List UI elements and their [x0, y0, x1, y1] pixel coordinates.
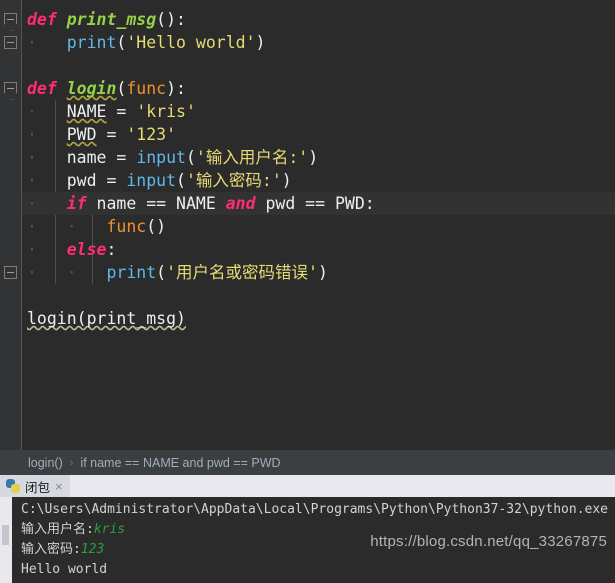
code-line[interactable]: · else: [22, 238, 615, 261]
console-text: C:\Users\Administrator\AppData\Local\Pro… [21, 502, 608, 517]
console-text: 输入密码: [21, 542, 81, 557]
code-token: login [66, 79, 117, 98]
code-token: () [146, 217, 167, 236]
console-line: Hello world [21, 560, 615, 580]
code-token: login(print_msg) [27, 309, 186, 328]
code-token: '用户名或密码错误' [166, 263, 318, 282]
code-token: else [66, 240, 107, 259]
code-line[interactable]: · · print('用户名或密码错误') [22, 261, 615, 284]
breadcrumb-item-function[interactable]: login() [28, 456, 63, 470]
code-line[interactable] [22, 284, 615, 307]
code-token: print_msg [66, 10, 157, 29]
code-token: : [106, 240, 117, 259]
code-line[interactable]: · if name == NAME and pwd == PWD: [22, 192, 615, 215]
code-line[interactable] [22, 54, 615, 77]
code-lines[interactable]: def print_msg(): · print('Hello world') de… [22, 0, 615, 450]
indent-dots: · · [27, 263, 107, 282]
code-token: ( [185, 148, 196, 167]
code-token: and [225, 194, 256, 213]
code-line[interactable]: def print_msg(): [22, 8, 615, 31]
code-line[interactable]: · · func() [22, 215, 615, 238]
run-tab-bar: 闭包 × [0, 475, 615, 497]
code-token: def [27, 79, 57, 98]
code-token: ( [116, 33, 127, 52]
code-token: '123' [126, 125, 177, 144]
code-token: = [96, 171, 127, 190]
code-token: ) [317, 263, 328, 282]
code-token: input [126, 171, 177, 190]
code-token: name [66, 148, 107, 167]
code-token: print [106, 263, 157, 282]
indent-dots: · · [27, 217, 107, 236]
run-tool-window: 闭包 × C:\Users\Administrator\AppData\Loca… [0, 475, 615, 583]
python-icon [6, 479, 20, 493]
code-token: NAME [66, 102, 107, 121]
chevron-right-icon: › [69, 456, 74, 469]
code-token: = [96, 125, 127, 144]
code-line[interactable]: · PWD = '123' [22, 123, 615, 146]
code-token: input [136, 148, 186, 167]
code-line[interactable]: · print('Hello world') [22, 31, 615, 54]
console-user-input: 123 [80, 542, 105, 557]
code-token: ): [166, 79, 186, 98]
close-icon[interactable]: × [55, 479, 63, 494]
code-token: func [106, 217, 147, 236]
fold-expand-icon[interactable] [4, 13, 17, 24]
console-text: Hello world [21, 562, 108, 577]
code-token: ( [156, 263, 167, 282]
code-token: = [106, 102, 137, 121]
code-token: ( [176, 171, 186, 190]
code-editor[interactable]: def print_msg(): · print('Hello world') de… [0, 0, 615, 450]
console-user-input: kris [93, 522, 126, 537]
run-tab-label: 闭包 [25, 480, 51, 495]
run-side-toolbar[interactable] [0, 497, 12, 583]
fold-end-icon[interactable] [4, 36, 17, 49]
indent-dots: · [27, 33, 67, 52]
indent-dots: · [27, 148, 67, 167]
editor-gutter[interactable] [0, 0, 22, 450]
indent-dots: · [27, 102, 67, 121]
code-token: if [66, 194, 87, 213]
code-token: print [66, 33, 117, 52]
console-text: 输入用户名: [21, 522, 94, 537]
toolbar-handle[interactable] [2, 525, 9, 545]
code-token: ( [116, 79, 127, 98]
indent-dots: · [27, 125, 67, 144]
code-token: pwd [66, 171, 97, 190]
run-tab-closure[interactable]: 闭包 × [0, 475, 70, 497]
indent-dots: · [27, 171, 67, 190]
code-token: func [126, 79, 167, 98]
code-token: ) [308, 148, 319, 167]
fold-expand-icon[interactable] [4, 82, 17, 93]
code-line[interactable]: · name = input('输入用户名:') [22, 146, 615, 169]
code-line[interactable]: def login(func): [22, 77, 615, 100]
pycharm-window: def print_msg(): · print('Hello world') de… [0, 0, 615, 583]
code-token: '输入密码:' [185, 171, 282, 190]
code-token: ) [281, 171, 292, 190]
code-token: (): [156, 10, 186, 29]
breadcrumb[interactable]: login() › if name == NAME and pwd == PWD [0, 450, 615, 475]
code-token: = [106, 148, 137, 167]
indent-dots: · [27, 240, 67, 259]
console-line: C:\Users\Administrator\AppData\Local\Pro… [21, 500, 615, 520]
code-token: 'Hello world' [126, 33, 256, 52]
code-token: PWD [66, 125, 97, 144]
code-line[interactable]: login(print_msg) [22, 307, 615, 330]
watermark-text: https://blog.csdn.net/qq_33267875 [370, 533, 607, 550]
code-line[interactable]: · NAME = 'kris' [22, 100, 615, 123]
code-line[interactable]: · pwd = input('输入密码:') [22, 169, 615, 192]
code-token: def [27, 10, 57, 29]
code-token: ) [255, 33, 266, 52]
code-token: '输入用户名:' [195, 148, 309, 167]
code-token: pwd == PWD: [255, 194, 375, 213]
breadcrumb-item-statement[interactable]: if name == NAME and pwd == PWD [80, 456, 280, 470]
code-token: 'kris' [136, 102, 196, 121]
fold-end-icon[interactable] [4, 266, 17, 279]
code-token: name == NAME [86, 194, 226, 213]
indent-dots: · [27, 194, 67, 213]
